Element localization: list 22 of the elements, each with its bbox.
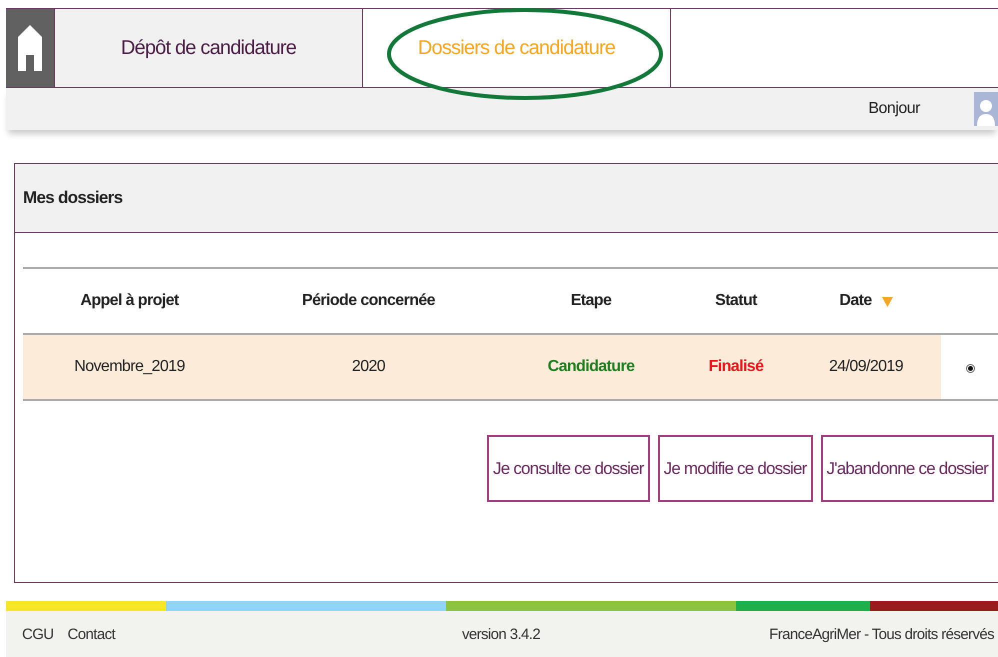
- version-text: version 3.4.2: [462, 626, 540, 642]
- action-button[interactable]: Je consulte ce dossier: [487, 435, 650, 502]
- footer-link[interactable]: Contact: [68, 626, 116, 642]
- column-header: Etape: [570, 292, 612, 309]
- home-icon[interactable]: [18, 25, 42, 71]
- table-cell: Novembre_2019: [74, 358, 185, 375]
- footer-link[interactable]: CGU: [22, 626, 54, 642]
- action-button[interactable]: Je modifie ce dossier: [658, 435, 813, 502]
- action-button[interactable]: J'abandonne ce dossier: [820, 435, 994, 502]
- greeting-text: Bonjour: [868, 100, 920, 118]
- table-cell: 24/09/2019: [828, 358, 904, 375]
- table-cell: 2020: [352, 358, 386, 375]
- panel-title: Mes dossiers: [15, 164, 998, 233]
- column-header[interactable]: Date: [839, 292, 872, 310]
- table-cell: Finalisé: [708, 358, 764, 375]
- column-header: Période concernée: [302, 292, 435, 309]
- row-radio[interactable]: [966, 364, 974, 373]
- copyright-text: FranceAgriMer - Tous droits réservés: [769, 626, 994, 642]
- nav-tab[interactable]: Dépôt de candidature: [55, 9, 363, 87]
- column-header: Statut: [715, 292, 757, 309]
- table-cell: Candidature: [548, 358, 634, 375]
- column-header: Appel à projet: [80, 292, 179, 309]
